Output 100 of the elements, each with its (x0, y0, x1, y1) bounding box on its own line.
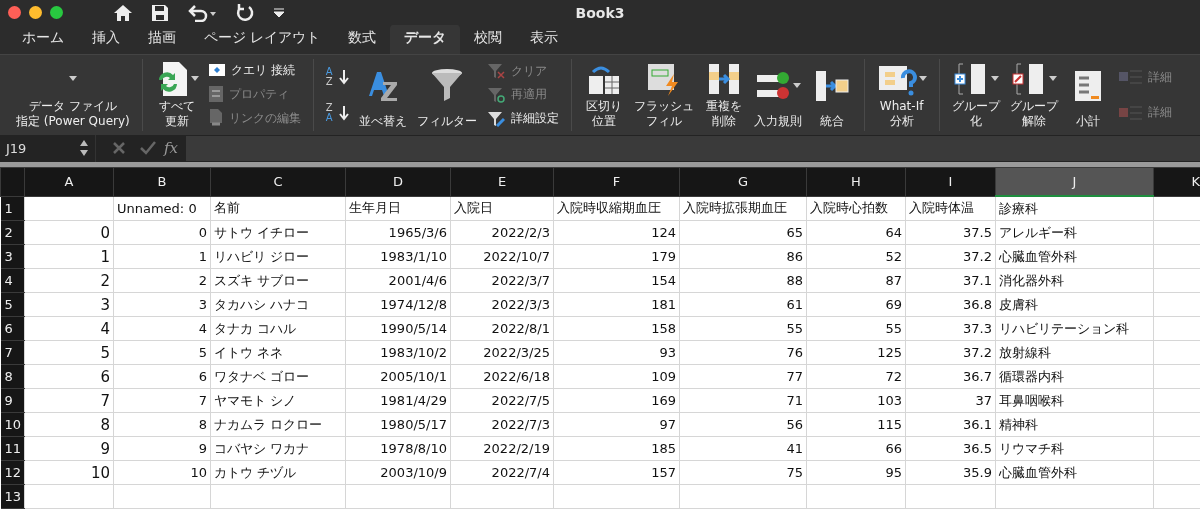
ribbon-button[interactable]: 入力規則 (751, 59, 804, 131)
table-cell: 158 (553, 316, 680, 341)
table-cell: 入院時収縮期血圧 (553, 196, 680, 221)
redo-icon[interactable] (235, 2, 255, 23)
column-header[interactable]: A (24, 167, 114, 196)
row-header[interactable]: 13 (0, 484, 25, 509)
zoom-button[interactable] (50, 6, 63, 20)
table-cell: 2022/6/18 (450, 364, 554, 389)
row-header[interactable]: 1 (0, 196, 25, 221)
column-header[interactable]: F (553, 167, 680, 196)
ribbon-button[interactable]: フラッシュ フィル (631, 59, 696, 131)
table-cell: 125 (806, 340, 906, 365)
table-cell: 66 (806, 436, 906, 461)
table-cell: 2003/10/9 (345, 460, 451, 485)
ribbon-button[interactable]: 区切り 位置 (581, 59, 626, 131)
save-icon[interactable] (151, 3, 169, 22)
ribbon-button[interactable]: グループ 解除 (1007, 59, 1060, 131)
table-cell: 97 (553, 412, 680, 437)
ribbon-button[interactable]: グループ 化 (949, 59, 1002, 131)
table-cell: 93 (553, 340, 680, 365)
table-cell: 循環器内科 (995, 364, 1154, 389)
table-cell: 41 (679, 436, 807, 461)
ribbon-tab[interactable]: データ (390, 24, 461, 55)
ribbon-tab[interactable]: 数式 (334, 24, 391, 55)
ribbon-button[interactable]: すべて 更新 (152, 59, 201, 131)
row-header[interactable]: 9 (0, 388, 25, 413)
table-cell: 1978/8/10 (345, 436, 451, 461)
table-cell: 2022/7/4 (450, 460, 554, 485)
sort-button[interactable]: A Z (323, 66, 351, 89)
funnel-clear-icon (486, 63, 505, 80)
table-cell: 1981/4/29 (345, 388, 451, 413)
ribbon-tab[interactable]: ホーム (8, 24, 78, 55)
table-cell: サトウ イチロー (210, 220, 346, 245)
column-header[interactable]: J (995, 167, 1154, 196)
table-cell: 65 (679, 220, 807, 245)
table-cell: 5 (24, 340, 114, 365)
table-cell: 36.5 (905, 436, 996, 461)
insert-function-label[interactable]: fx (164, 139, 178, 157)
ribbon-tab[interactable]: 表示 (516, 24, 573, 55)
ribbon-button[interactable]: 統合 (809, 59, 854, 131)
ribbon-small-button[interactable]: クエリ 接続 (206, 61, 303, 81)
table-cell: 精神科 (995, 412, 1154, 437)
customize-toolbar-icon[interactable] (273, 7, 285, 18)
column-header[interactable]: G (679, 167, 807, 196)
row-header[interactable]: 8 (0, 364, 25, 389)
table-cell: 36.7 (905, 364, 996, 389)
ribbon-tab[interactable]: 挿入 (78, 24, 134, 55)
column-header[interactable]: H (806, 167, 906, 196)
ribbon-button[interactable]: 小計 (1065, 59, 1110, 131)
column-header[interactable]: C (210, 167, 346, 196)
table-cell: 87 (806, 268, 906, 293)
ribbon-button[interactable]: データ ファイル 指定 (Power Query) (14, 59, 132, 131)
table-cell: 71 (679, 388, 807, 413)
column-header[interactable]: E (450, 167, 554, 196)
formula-input[interactable] (186, 135, 1200, 161)
row-header[interactable]: 10 (0, 412, 25, 437)
table-cell: 5 (113, 340, 211, 365)
table-cell: 放射線科 (995, 340, 1154, 365)
ribbon-button[interactable]: 並べ替え (356, 59, 409, 131)
ribbon-tab[interactable]: 校閲 (460, 24, 517, 55)
row-header[interactable]: 7 (0, 340, 25, 365)
ribbon-tab[interactable]: ページ レイアウト (190, 24, 335, 55)
table-cell: 95 (806, 460, 906, 485)
table-cell: 181 (553, 292, 680, 317)
ribbon-tab[interactable]: 描画 (134, 24, 190, 55)
table-cell: 2022/3/25 (450, 340, 554, 365)
row-header[interactable]: 5 (0, 292, 25, 317)
row-header[interactable]: 4 (0, 268, 25, 293)
table-cell: 36.1 (905, 412, 996, 437)
column-header[interactable]: B (113, 167, 211, 196)
name-box[interactable]: J19 (0, 134, 96, 162)
row-header[interactable]: 2 (0, 220, 25, 245)
table-cell: タカハシ ハナコ (210, 292, 346, 317)
row-header[interactable]: 11 (0, 436, 25, 461)
stepper-icon[interactable] (79, 139, 89, 157)
ribbon-small-button[interactable]: 詳細設定 (484, 109, 561, 129)
column-header[interactable]: I (905, 167, 996, 196)
sort-button[interactable]: Z A (323, 101, 351, 124)
table-cell: 7 (24, 388, 114, 413)
table-cell: 生年月日 (345, 196, 451, 221)
table-cell: 115 (806, 412, 906, 437)
checkmark-icon[interactable] (140, 141, 156, 155)
ribbon-button[interactable]: 重複を 削除 (701, 59, 746, 131)
home-icon[interactable] (113, 2, 133, 23)
row-header[interactable]: 12 (0, 460, 25, 485)
column-header[interactable]: K (1153, 167, 1200, 196)
table-cell: アレルギー科 (995, 220, 1154, 245)
table-cell: 103 (806, 388, 906, 413)
ribbon-button[interactable]: フィルター (414, 59, 479, 131)
column-header[interactable]: D (345, 167, 451, 196)
minimize-button[interactable] (29, 6, 42, 20)
cancel-icon[interactable] (112, 141, 126, 155)
table-cell: 消化器外科 (995, 268, 1154, 293)
table-cell: 37.3 (905, 316, 996, 341)
row-header[interactable]: 3 (0, 244, 25, 269)
close-button[interactable] (8, 6, 21, 20)
ribbon-button[interactable]: What-If 分析 (874, 59, 929, 131)
row-header[interactable]: 6 (0, 316, 25, 341)
table-cell: 2022/7/3 (450, 412, 554, 437)
undo-icon[interactable] (187, 3, 217, 22)
